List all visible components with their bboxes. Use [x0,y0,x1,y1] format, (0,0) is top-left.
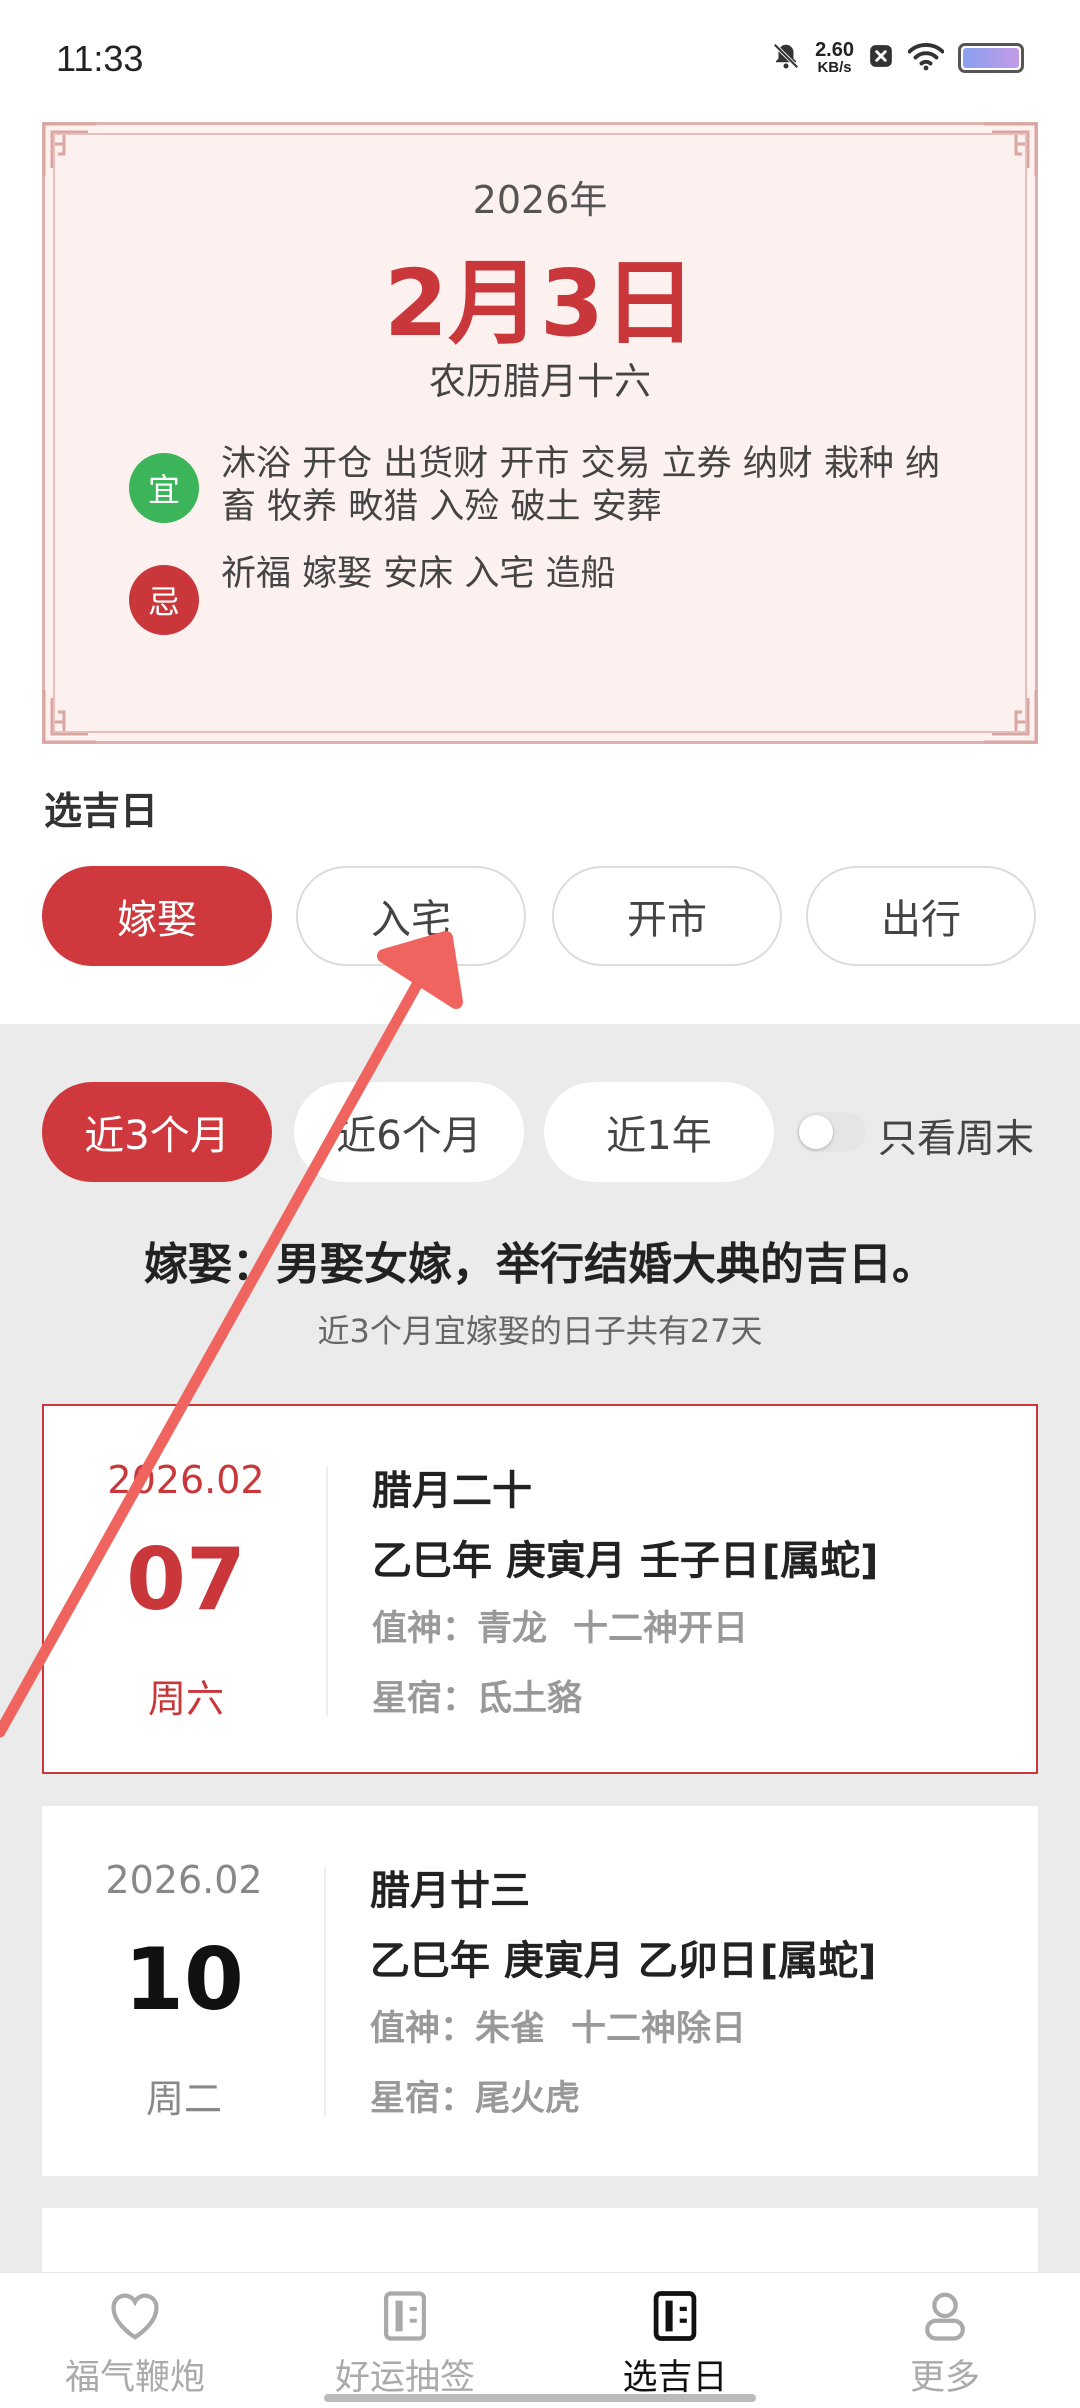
corner-ornament-icon [984,690,1038,744]
toggle-knob [799,1115,833,1149]
twelve-god: 十二神除日 [571,2009,747,2049]
zodiac-text: [属蛇] [759,1938,877,1984]
status-time: 11:33 [56,38,144,79]
category-chip-travel[interactable]: 出行 [806,866,1036,966]
duty-god: 值神：青龙 [372,1609,548,1649]
notification-x-icon [868,43,894,73]
network-speed: 2.60 KB/s [815,40,854,75]
speed-value: 2.60 [815,39,854,61]
range-6-months[interactable]: 近6个月 [294,1082,524,1182]
day-card-date: 2026.02 10 周二 [42,1806,326,2176]
day-weekday: 周二 [145,2077,222,2121]
almanac-year: 2026年 [472,178,608,222]
tab-label: 更多 [909,2358,980,2398]
tab-firecracker[interactable]: 福气鞭炮 [0,2273,270,2408]
ganzhi-text: 乙巳年 庚寅月 壬子日 [372,1538,760,1584]
home-indicator[interactable] [324,2394,756,2402]
category-chip-move-in[interactable]: 入宅 [296,866,526,966]
weekend-only-label: 只看周末 [878,1117,1035,1162]
day-star: 星宿：尾火虎 [370,2079,581,2119]
day-count: 近3个月宜嫁娶的日子共有27天 [317,1312,763,1350]
person-icon [916,2287,974,2345]
day-card[interactable]: 2026.02 10 周二 腊月廿三 乙巳年 庚寅月 乙卯日[属蛇] 值神：朱雀… [42,1806,1038,2176]
day-year-month: 2026.02 [107,1458,265,1502]
bottom-tab-bar: 福气鞭炮 好运抽签 选吉日 更多 [0,2272,1080,2408]
day-star: 星宿：氐土貉 [372,1679,583,1719]
yi-badge: 宜 [129,453,199,523]
heart-icon [106,2287,164,2345]
day-gods: 值神：朱雀 十二神除日 [370,2000,746,2051]
divider [324,1866,326,2116]
battery-icon [958,42,1024,73]
yi-activities: 沐浴 开仓 出货财 开市 交易 立券 纳财 栽种 纳畜 牧养 畋猎 入殓 破土 … [221,444,941,527]
corner-ornament-icon [42,690,96,744]
tab-more[interactable]: 更多 [810,2273,1080,2408]
tab-label: 选吉日 [622,2358,728,2398]
status-bar: 11:33 2.60 KB/s [0,0,1080,120]
day-gods: 值神：青龙 十二神开日 [372,1600,748,1651]
day-lunar: 腊月二十 [372,1468,532,1514]
day-weekday: 周六 [147,1677,224,1721]
lottery-icon [376,2287,434,2345]
day-ganzhi: 乙巳年 庚寅月 乙卯日[属蛇] [370,1928,876,1986]
almanac-card: 2026年 2月3日 农历腊月十六 宜 沐浴 开仓 出货财 开市 交易 立券 纳… [42,122,1038,744]
day-ganzhi: 乙巳年 庚寅月 壬子日[属蛇] [372,1528,878,1586]
weekend-only-toggle[interactable] [796,1112,866,1152]
tab-label: 好运抽签 [334,2358,475,2398]
status-icons: 2.60 KB/s [771,40,1024,75]
range-1-year[interactable]: 近1年 [544,1082,774,1182]
day-card-date: 2026.02 07 周六 [44,1406,328,1772]
almanac-date: 2月3日 [383,250,697,357]
day-lunar: 腊月廿三 [370,1868,530,1914]
almanac-lunar-date: 农历腊月十六 [429,360,651,403]
ganzhi-text: 乙巳年 庚寅月 乙卯日 [370,1938,758,1984]
category-chip-marriage[interactable]: 嫁娶 [42,866,272,966]
zodiac-text: [属蛇] [761,1538,879,1584]
divider [326,1466,328,1716]
wifi-icon [907,41,945,75]
calendar-book-icon [646,2287,704,2345]
tab-label: 福气鞭炮 [64,2358,205,2398]
ji-activities: 祈福 嫁娶 安床 入宅 造船 [221,554,616,594]
mute-bell-icon [771,41,801,75]
tab-lottery[interactable]: 好运抽签 [270,2273,540,2408]
day-year-month: 2026.02 [105,1858,263,1902]
tab-select-day[interactable]: 选吉日 [540,2273,810,2408]
category-chip-open-business[interactable]: 开市 [552,866,782,966]
duty-god: 值神：朱雀 [370,2009,546,2049]
category-description: 嫁娶：男娶女嫁，举行结婚大典的吉日。 [144,1239,936,1290]
range-3-months[interactable]: 近3个月 [42,1082,272,1182]
ji-badge: 忌 [129,565,199,635]
day-number: 10 [124,1930,244,2030]
day-card[interactable]: 2026.02 07 周六 腊月二十 乙巳年 庚寅月 壬子日[属蛇] 值神：青龙… [42,1404,1038,1774]
section-title: 选吉日 [44,789,159,833]
twelve-god: 十二神开日 [573,1609,749,1649]
speed-unit: KB/s [817,59,852,76]
day-number: 07 [126,1530,246,1630]
